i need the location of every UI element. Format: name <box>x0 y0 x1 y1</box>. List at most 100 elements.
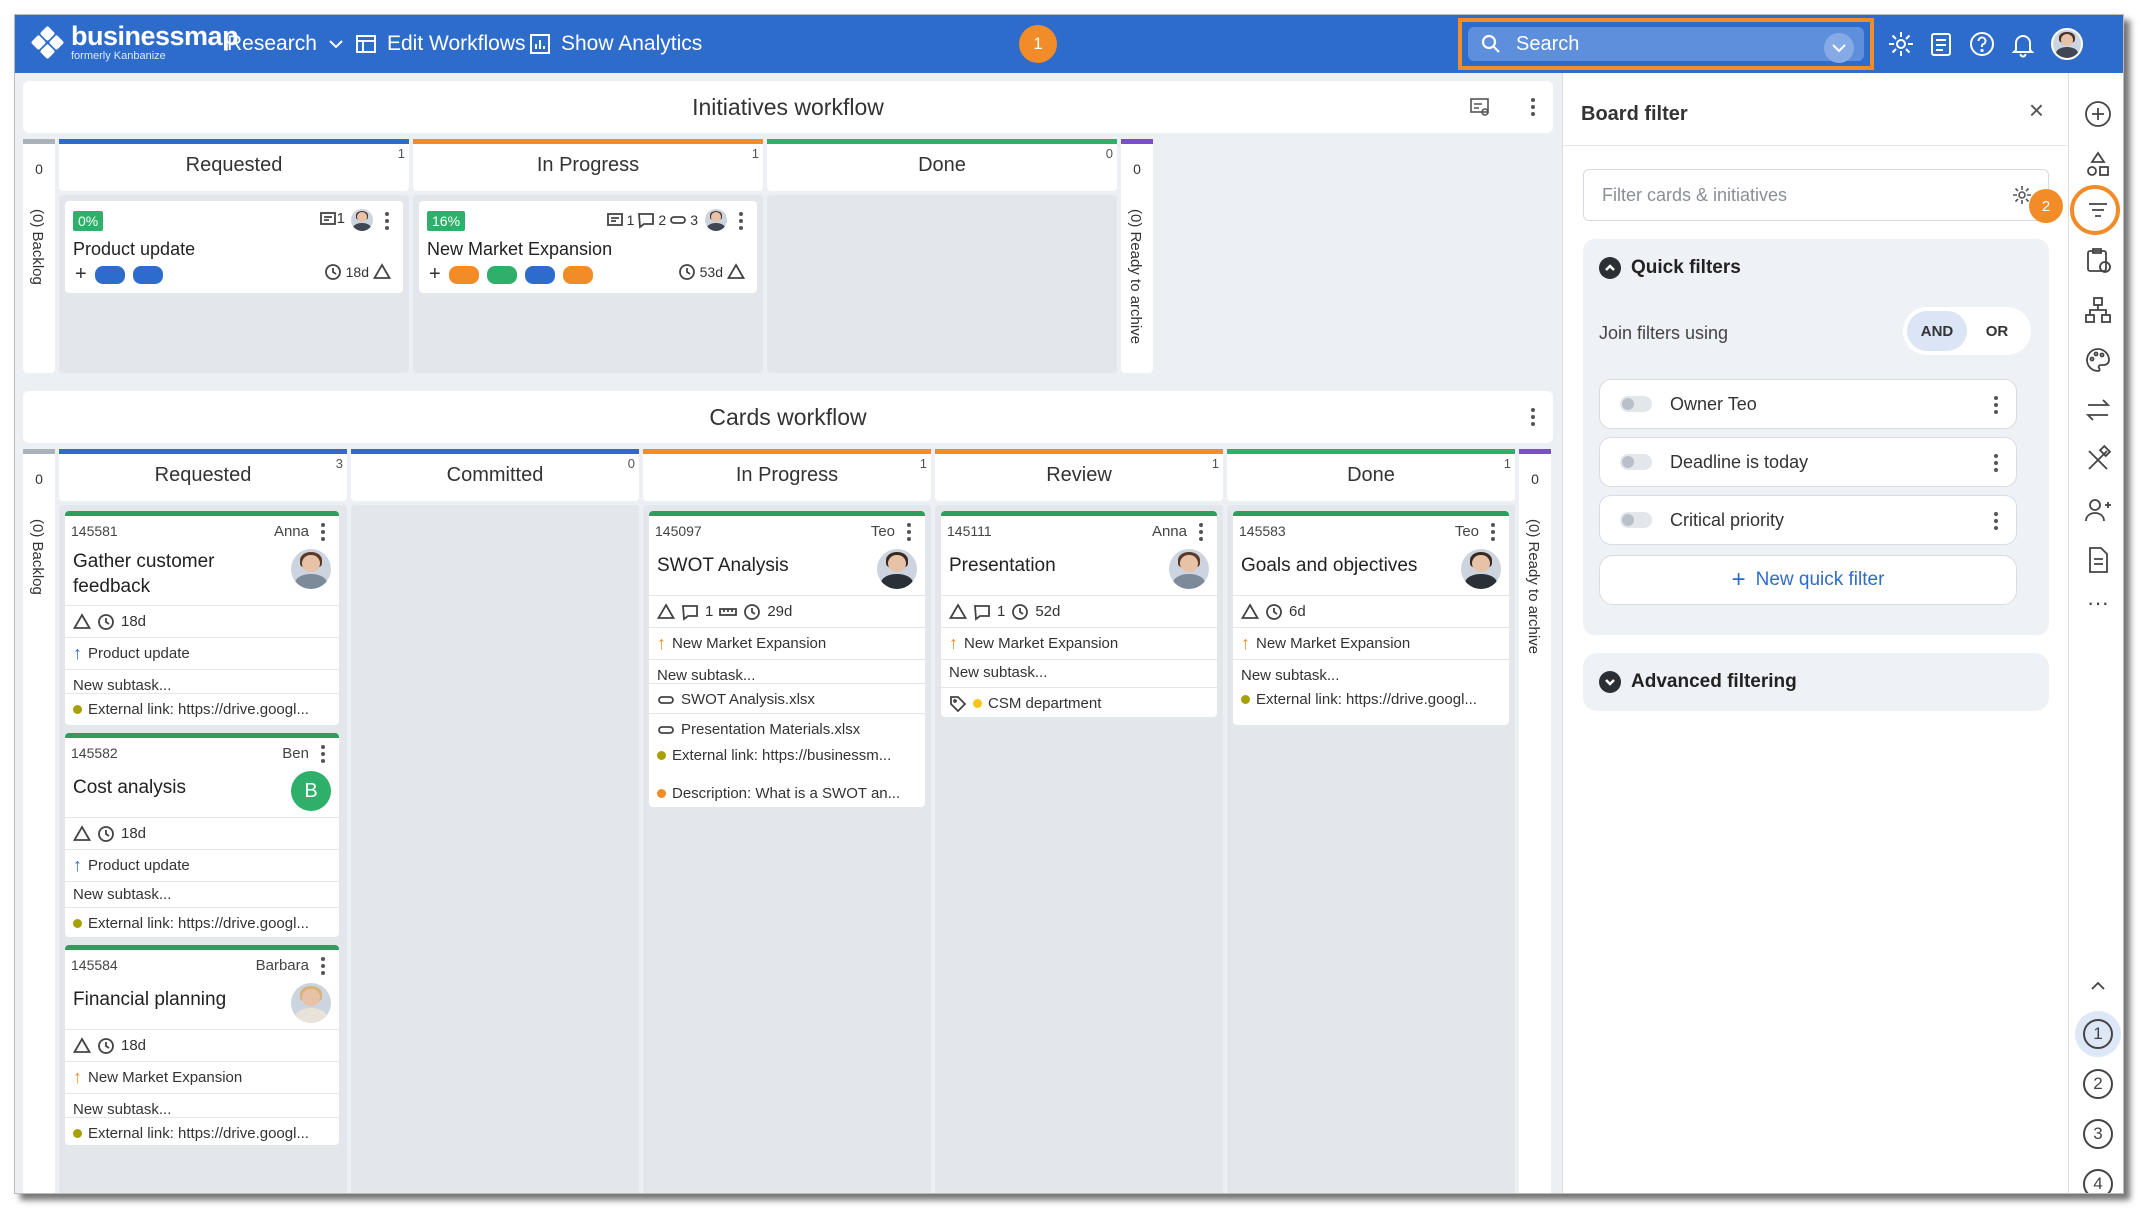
card-menu-icon[interactable] <box>311 520 335 544</box>
card-145584[interactable]: 145584 Barbara Financial planning 18d ↑ N… <box>65 945 339 1145</box>
attachment[interactable]: SWOT Analysis.xlsx <box>649 683 925 715</box>
more-icon[interactable]: ··· <box>2083 592 2113 625</box>
card-145583[interactable]: 145583 Teo Goals and objectives 6d ↑ New … <box>1233 511 1509 725</box>
add-circle-icon[interactable] <box>2083 99 2113 129</box>
advanced-filtering-section[interactable]: Advanced filtering <box>1583 653 2049 711</box>
external-link[interactable]: External link: https://businessm... <box>649 743 925 767</box>
parent-link[interactable]: ↑ Product update <box>65 637 339 669</box>
advanced-filtering-toggle[interactable]: Advanced filtering <box>1599 671 1797 693</box>
card-menu-icon[interactable] <box>1189 520 1213 544</box>
card-menu-icon[interactable] <box>375 209 399 233</box>
cards-workflow-menu-icon[interactable] <box>1521 405 1545 429</box>
hierarchy-icon[interactable] <box>2083 295 2113 325</box>
tag[interactable]: CSM department <box>941 687 1217 717</box>
workspace-menu[interactable]: Research <box>227 15 345 73</box>
parent-link[interactable]: ↑ New Market Expansion <box>941 627 1217 659</box>
parent-link[interactable]: ↑ New Market Expansion <box>649 627 925 659</box>
card-145111[interactable]: 145111 Anna Presentation 1 52d ↑ New Marke… <box>941 511 1217 695</box>
add-icon[interactable]: + <box>75 263 87 286</box>
step-1-icon[interactable]: 1 <box>2083 1019 2113 1049</box>
column-review[interactable]: Review 1 <box>935 449 1223 501</box>
quick-filters-toggle[interactable]: Quick filters <box>1599 257 1741 279</box>
step-2-icon[interactable]: 2 <box>2083 1069 2113 1099</box>
search-dropdown-icon[interactable] <box>1822 31 1856 65</box>
card-145111-tag-row[interactable]: CSM department <box>941 687 1217 717</box>
parent-link[interactable]: ↑ Product update <box>65 849 339 881</box>
shapes-icon[interactable] <box>2083 149 2113 179</box>
quick-filter-owner-teo[interactable]: Owner Teo <box>1599 379 2017 429</box>
initiatives-ready-to-archive[interactable]: 0 (0) Ready to archive <box>1121 139 1153 373</box>
close-icon[interactable]: × <box>2029 95 2044 126</box>
filter-menu-icon[interactable] <box>1984 451 2008 475</box>
parent-link[interactable]: ↑ New Market Expansion <box>1233 627 1509 659</box>
child-card-pill[interactable] <box>524 265 555 284</box>
quick-filter-deadline-today[interactable]: Deadline is today <box>1599 437 2017 487</box>
column-in-progress[interactable]: In Progress 1 <box>643 449 931 501</box>
step-4-icon[interactable]: 4 <box>2083 1169 2113 1193</box>
show-analytics-button[interactable]: Show Analytics <box>529 15 702 73</box>
card-menu-icon[interactable] <box>311 954 335 978</box>
quick-filter-critical-priority[interactable]: Critical priority <box>1599 495 2017 545</box>
child-card-pill[interactable] <box>132 265 163 284</box>
workflow-settings-icon[interactable] <box>1469 96 1491 118</box>
child-card-pill[interactable] <box>94 265 125 284</box>
column-done[interactable]: Done 0 <box>767 139 1117 191</box>
initiative-card-new-market-expansion[interactable]: 16% 1 2 3 New Market Expansion + 53d <box>419 201 757 293</box>
external-link[interactable]: External link: https://drive.googl... <box>1233 683 1509 715</box>
gear-icon[interactable] <box>1887 30 1915 58</box>
search-input[interactable]: Search <box>1468 27 1864 63</box>
and-option[interactable]: AND <box>1907 311 1967 351</box>
parent-link[interactable]: ↑ New Market Expansion <box>65 1061 339 1093</box>
new-subtask-input[interactable]: New subtask... <box>65 881 339 907</box>
new-quick-filter-button[interactable]: + New quick filter <box>1599 555 2017 605</box>
add-user-icon[interactable] <box>2083 495 2113 525</box>
clipboard-clock-icon[interactable] <box>2083 245 2113 275</box>
attachment[interactable]: Presentation Materials.xlsx <box>649 713 925 745</box>
or-option[interactable]: OR <box>1967 311 2027 351</box>
bell-icon[interactable] <box>2009 30 2037 58</box>
column-requested[interactable]: Requested 1 <box>59 139 409 191</box>
column-done[interactable]: Done 1 <box>1227 449 1515 501</box>
filter-input[interactable]: Filter cards & initiatives <box>1583 169 2049 221</box>
filter-toggle[interactable] <box>1620 512 1652 528</box>
column-requested[interactable]: Requested 3 <box>59 449 347 501</box>
card-145582-link-row[interactable]: External link: https://drive.googl... <box>65 907 339 937</box>
child-card-pill[interactable] <box>448 265 479 284</box>
filter-menu-icon[interactable] <box>1984 393 2008 417</box>
child-card-pill[interactable] <box>486 265 517 284</box>
initiatives-backlog[interactable]: 0 (0) Backlog <box>23 139 55 373</box>
palette-icon[interactable] <box>2083 345 2113 375</box>
card-menu-icon[interactable] <box>1481 520 1505 544</box>
filter-menu-icon[interactable] <box>1984 509 2008 533</box>
card-menu-icon[interactable] <box>729 209 753 233</box>
column-in-progress[interactable]: In Progress 1 <box>413 139 763 191</box>
external-link[interactable]: External link: https://drive.googl... <box>65 693 339 725</box>
external-link[interactable]: External link: https://drive.googl... <box>65 1117 339 1145</box>
filter-toggle[interactable] <box>1620 396 1652 412</box>
child-card-pill[interactable] <box>562 265 593 284</box>
new-subtask-input[interactable]: New subtask... <box>941 659 1217 685</box>
help-icon[interactable] <box>1968 30 1996 58</box>
initiative-card-product-update[interactable]: 0% 1 Product update + 18d <box>65 201 403 293</box>
notes-icon[interactable] <box>1927 30 1955 58</box>
swap-arrows-icon[interactable] <box>2083 395 2113 425</box>
logo[interactable]: businessmap formerly Kanbanize <box>30 23 239 62</box>
card-menu-icon[interactable] <box>311 742 335 766</box>
filter-lines-icon[interactable] <box>2083 195 2113 225</box>
column-committed[interactable]: Committed 0 <box>351 449 639 501</box>
filter-toggle[interactable] <box>1620 454 1652 470</box>
card-145097-description[interactable]: Description: What is a SWOT an... <box>649 777 925 807</box>
external-link[interactable]: External link: https://drive.googl... <box>65 907 339 937</box>
cards-ready-to-archive[interactable]: 0 (0) Ready to archive <box>1519 449 1551 1193</box>
user-avatar[interactable] <box>2051 28 2083 60</box>
edit-workflows-button[interactable]: Edit Workflows <box>355 15 525 73</box>
card-145582[interactable]: 145582 Ben Cost analysis B 18d ↑ Product … <box>65 733 339 915</box>
card-menu-icon[interactable] <box>897 520 921 544</box>
cards-backlog[interactable]: 0 (0) Backlog <box>23 449 55 1193</box>
card-145581[interactable]: 145581 Anna Gather customer feedback 18d … <box>65 511 339 725</box>
chevron-up-icon[interactable] <box>2083 971 2113 1001</box>
card-145097[interactable]: 145097 Teo SWOT Analysis 1 29d ↑ New Marke… <box>649 511 925 783</box>
description[interactable]: Description: What is a SWOT an... <box>649 777 925 807</box>
document-icon[interactable] <box>2083 545 2113 575</box>
initiatives-menu-icon[interactable] <box>1521 95 1545 119</box>
